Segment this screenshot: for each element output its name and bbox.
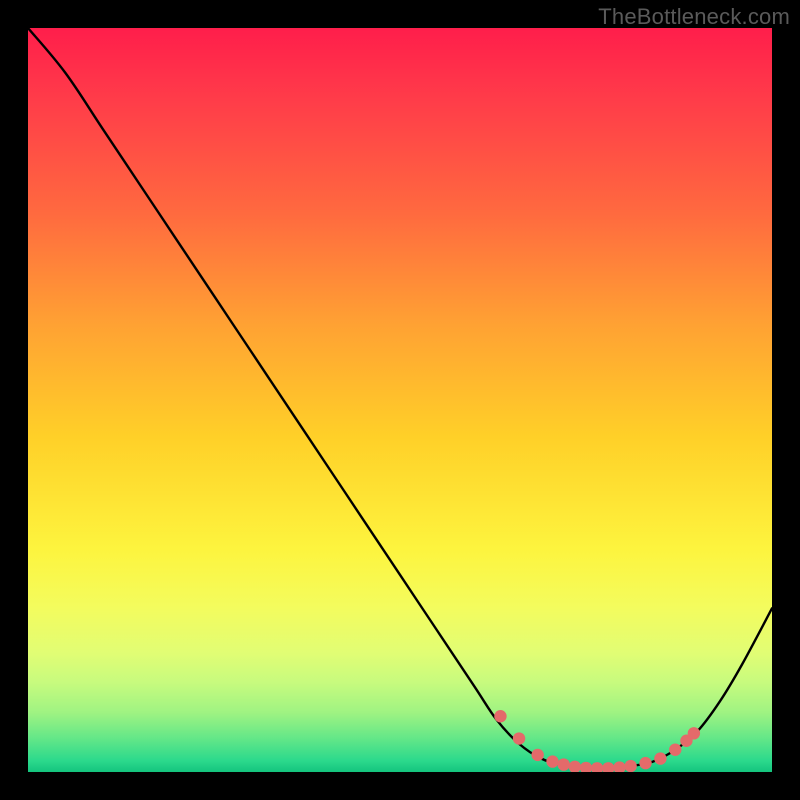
marker-point	[557, 758, 569, 770]
marker-point	[669, 743, 681, 755]
marker-point	[546, 755, 558, 767]
marker-point	[688, 727, 700, 739]
marker-point	[624, 760, 636, 772]
marker-point	[513, 732, 525, 744]
marker-point	[531, 749, 543, 761]
marker-point	[654, 752, 666, 764]
marker-point	[639, 757, 651, 769]
watermark-text: TheBottleneck.com	[598, 4, 790, 30]
plot-background	[28, 28, 772, 772]
bottleneck-plot	[28, 28, 772, 772]
chart-frame: TheBottleneck.com	[0, 0, 800, 800]
marker-point	[494, 710, 506, 722]
